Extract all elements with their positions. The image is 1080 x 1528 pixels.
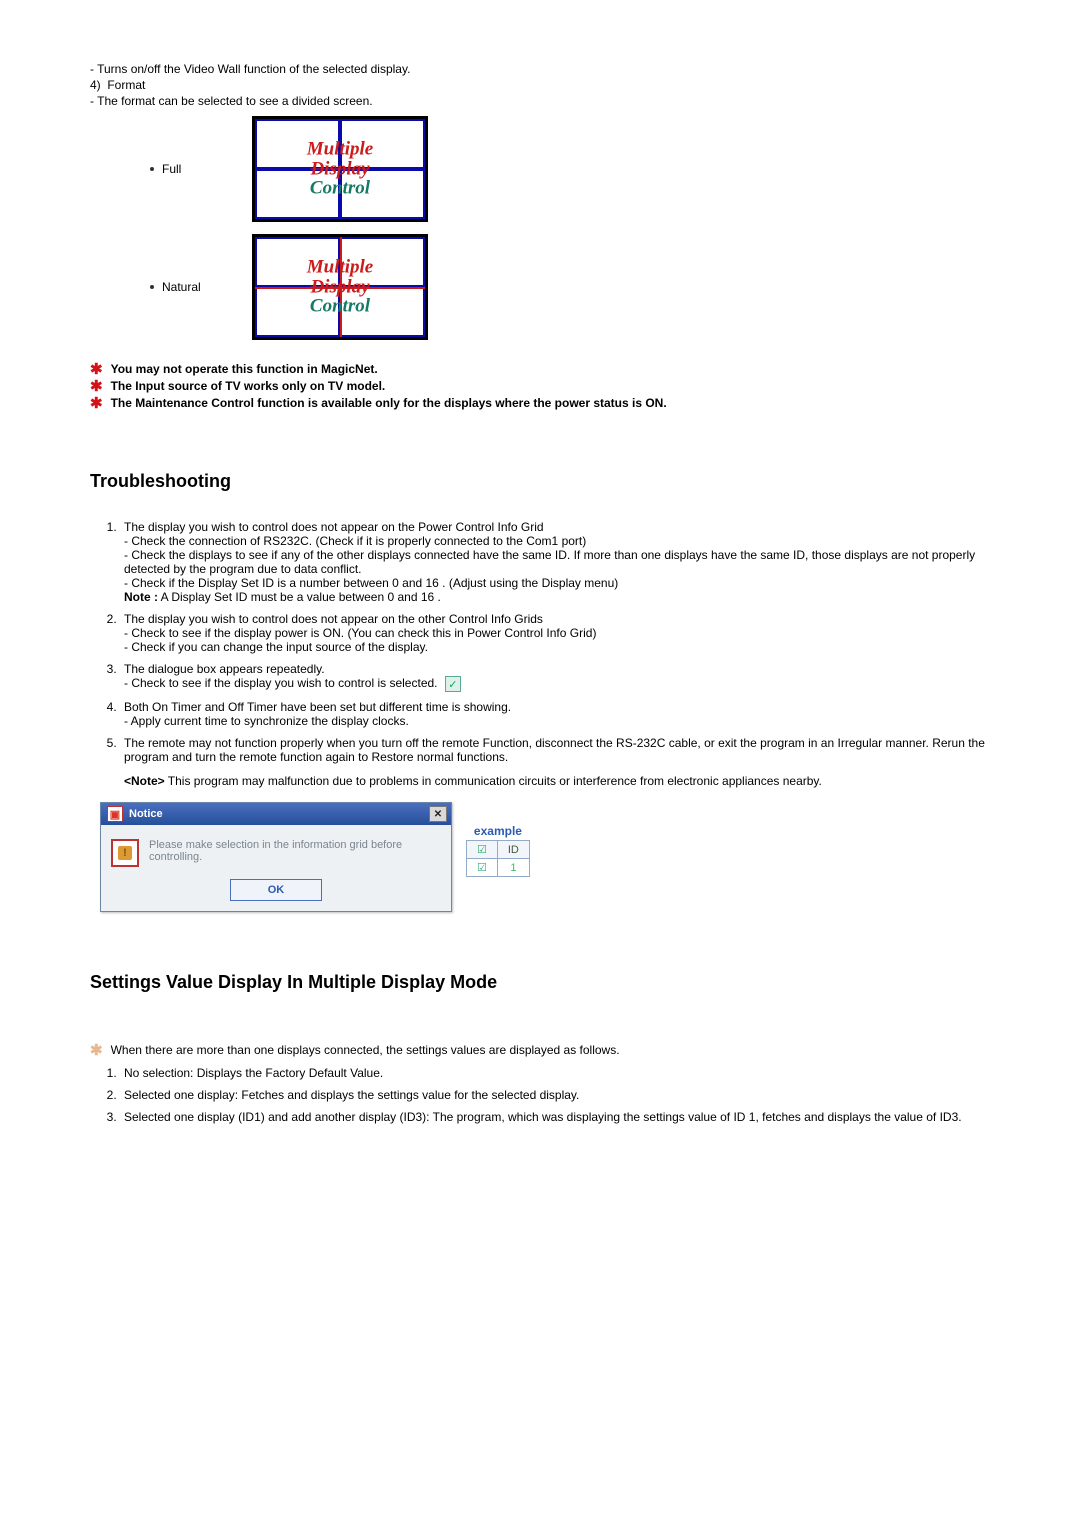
- diagram-cell: [255, 237, 340, 287]
- star-icon: ✱: [90, 1043, 103, 1058]
- format-full-label: Full: [150, 162, 240, 176]
- troubleshooting-heading: Troubleshooting: [90, 471, 990, 492]
- list-item: Selected one display: Fetches and displa…: [120, 1088, 990, 1102]
- notice-message: Please make selection in the information…: [149, 839, 441, 867]
- format-full-diagram: Multiple Display Control: [252, 116, 428, 222]
- diagram-cell: [255, 287, 340, 337]
- document-page: - Turns on/off the Video Wall function o…: [0, 0, 1080, 1528]
- warning-icon: !: [111, 839, 139, 867]
- close-icon[interactable]: ✕: [429, 806, 447, 822]
- example-id-header: ID: [497, 841, 529, 859]
- diagram-cell: [340, 169, 425, 219]
- format-natural-diagram: Multiple Display Control: [252, 234, 428, 340]
- format-natural-row: Natural Multiple Display Control: [150, 228, 990, 346]
- notice-title-text: Notice: [129, 808, 163, 820]
- notice-area: ▣ Notice ✕ ! Please make selection in th…: [100, 802, 990, 912]
- troubleshooting-list: The display you wish to control does not…: [90, 520, 990, 788]
- star-icon: ✱: [90, 362, 103, 377]
- bullet-icon: [150, 285, 154, 289]
- star-note: ✱ The Input source of TV works only on T…: [90, 379, 990, 394]
- example-table: ☑ ID ☑ 1: [466, 840, 530, 877]
- star-icon: ✱: [90, 379, 103, 394]
- star-note: ✱ When there are more than one displays …: [90, 1043, 990, 1058]
- video-wall-desc: - Turns on/off the Video Wall function o…: [90, 62, 990, 76]
- checkbox-icon: ☑: [477, 844, 487, 856]
- multi-display-list: No selection: Displays the Factory Defau…: [90, 1066, 990, 1124]
- multi-display-heading: Settings Value Display In Multiple Displ…: [90, 972, 990, 993]
- notice-titlebar: ▣ Notice ✕: [101, 803, 451, 825]
- list-item: No selection: Displays the Factory Defau…: [120, 1066, 990, 1080]
- troubleshooting-item: The remote may not function properly whe…: [120, 736, 990, 788]
- window-app-icon: ▣: [107, 806, 123, 822]
- example-label: example: [474, 824, 522, 838]
- example-side: example ☑ ID ☑ 1: [466, 824, 530, 877]
- diagram-cell: [340, 119, 425, 169]
- diagram-cell: [255, 119, 340, 169]
- diagram-cell: [255, 169, 340, 219]
- star-note: ✱ The Maintenance Control function is av…: [90, 396, 990, 411]
- checkbox-icon: ✓: [445, 676, 461, 692]
- troubleshooting-item: The display you wish to control does not…: [120, 520, 990, 604]
- star-icon: ✱: [90, 396, 103, 411]
- list-item: Selected one display (ID1) and add anoth…: [120, 1110, 990, 1124]
- format-desc: - The format can be selected to see a di…: [90, 94, 990, 108]
- troubleshooting-item: The dialogue box appears repeatedly. - C…: [120, 662, 990, 692]
- example-id-value: 1: [497, 859, 529, 877]
- format-natural-label: Natural: [150, 280, 240, 294]
- troubleshooting-item: Both On Timer and Off Timer have been se…: [120, 700, 990, 728]
- diagram-cell: [340, 287, 425, 337]
- ok-button[interactable]: OK: [230, 879, 322, 901]
- format-item: 4) Format: [90, 78, 990, 92]
- diagram-cell: [340, 237, 425, 287]
- bullet-icon: [150, 167, 154, 171]
- notice-dialog: ▣ Notice ✕ ! Please make selection in th…: [100, 802, 452, 912]
- checkbox-icon: ☑: [477, 862, 487, 874]
- divider-horizontal: [255, 287, 425, 289]
- troubleshooting-item: The display you wish to control does not…: [120, 612, 990, 654]
- star-note: ✱ You may not operate this function in M…: [90, 362, 990, 377]
- format-full-row: Full Multiple Display Control: [150, 110, 990, 228]
- notice-body: ! Please make selection in the informati…: [101, 825, 451, 873]
